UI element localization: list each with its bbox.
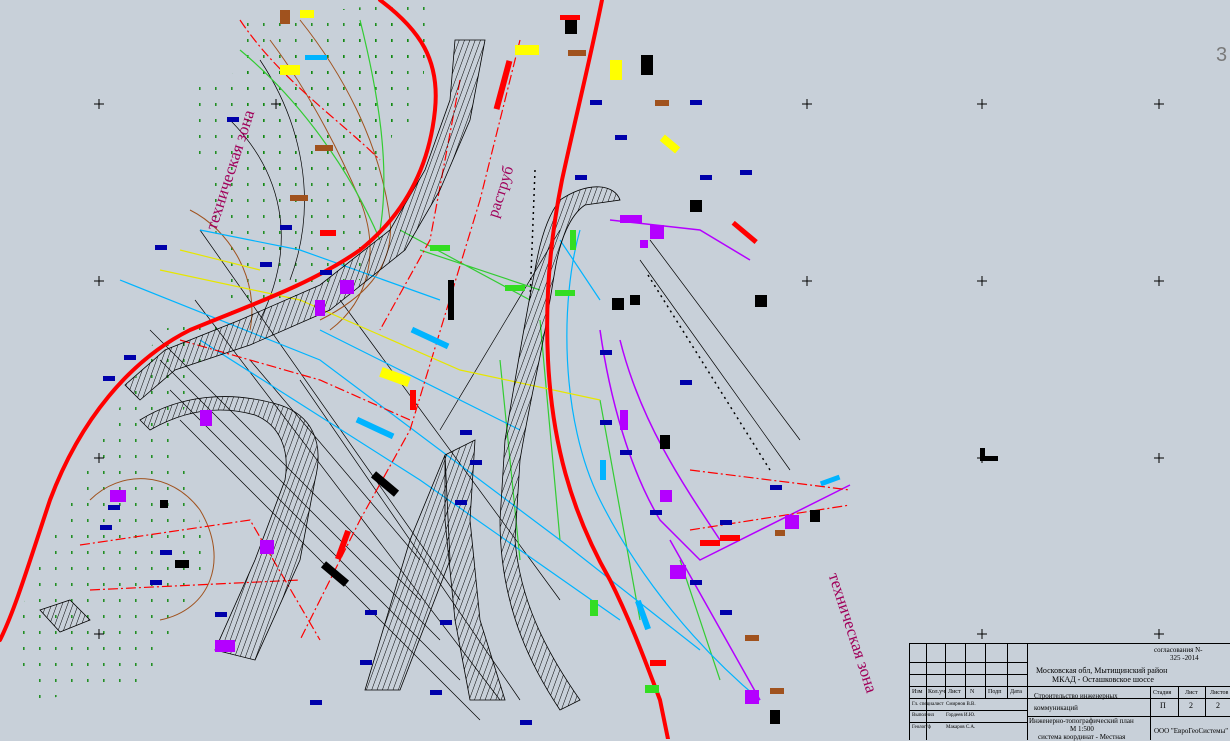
header-col-2: Лист [948,689,961,695]
plan-title-line3: система координат - Местная [1038,733,1126,741]
sheets-value: 2 [1216,701,1220,710]
drawing-canvas[interactable] [0,0,1230,739]
header-col-5: Дата [1010,689,1022,695]
work-title-line1: Строительство инженерных [1034,692,1118,700]
doc-number-line1: согласования N- [1154,646,1203,654]
row-role-1: Выполнил [912,713,935,718]
sheet-edge-number: 3 [1216,44,1228,66]
location-line2: МКАД - Осташковское шоссе [1052,675,1154,684]
location-line1: Московская обл, Мытищинский район [1036,666,1168,675]
work-title-line2: коммуникаций [1034,704,1078,712]
stage-value: П [1160,701,1166,710]
sheet-value: 2 [1189,701,1193,710]
row-name-0: Смирнов В.В. [946,702,976,707]
header-col-0: Изм [912,689,923,695]
header-col-4: Подп [988,689,1002,695]
row-role-2: Геолог/ф [912,725,931,730]
sheet-label: Лист [1185,690,1198,696]
header-col-1: Кол.уч [928,689,946,695]
magenta-utility-lines [599,219,851,701]
title-block: согласования N- 325 -2014 Московская обл… [909,643,1230,741]
company-name: ООО "ЕвроГеоСистемы" [1154,727,1229,735]
header-col-3: N [970,689,975,695]
sheets-label: Листов [1210,690,1229,696]
plan-title-line2: М 1:500 [1070,725,1094,733]
row-name-2: Макаров С.А. [946,725,976,730]
doc-number-line2: 325 -2014 [1170,654,1199,662]
row-name-1: Гордеев И.Ю. [946,713,976,718]
plan-title-line1: Инженерно-топографический план [1029,717,1134,725]
stage-label: Стадия [1153,690,1172,696]
row-role-0: Гл. специалист [912,702,944,707]
